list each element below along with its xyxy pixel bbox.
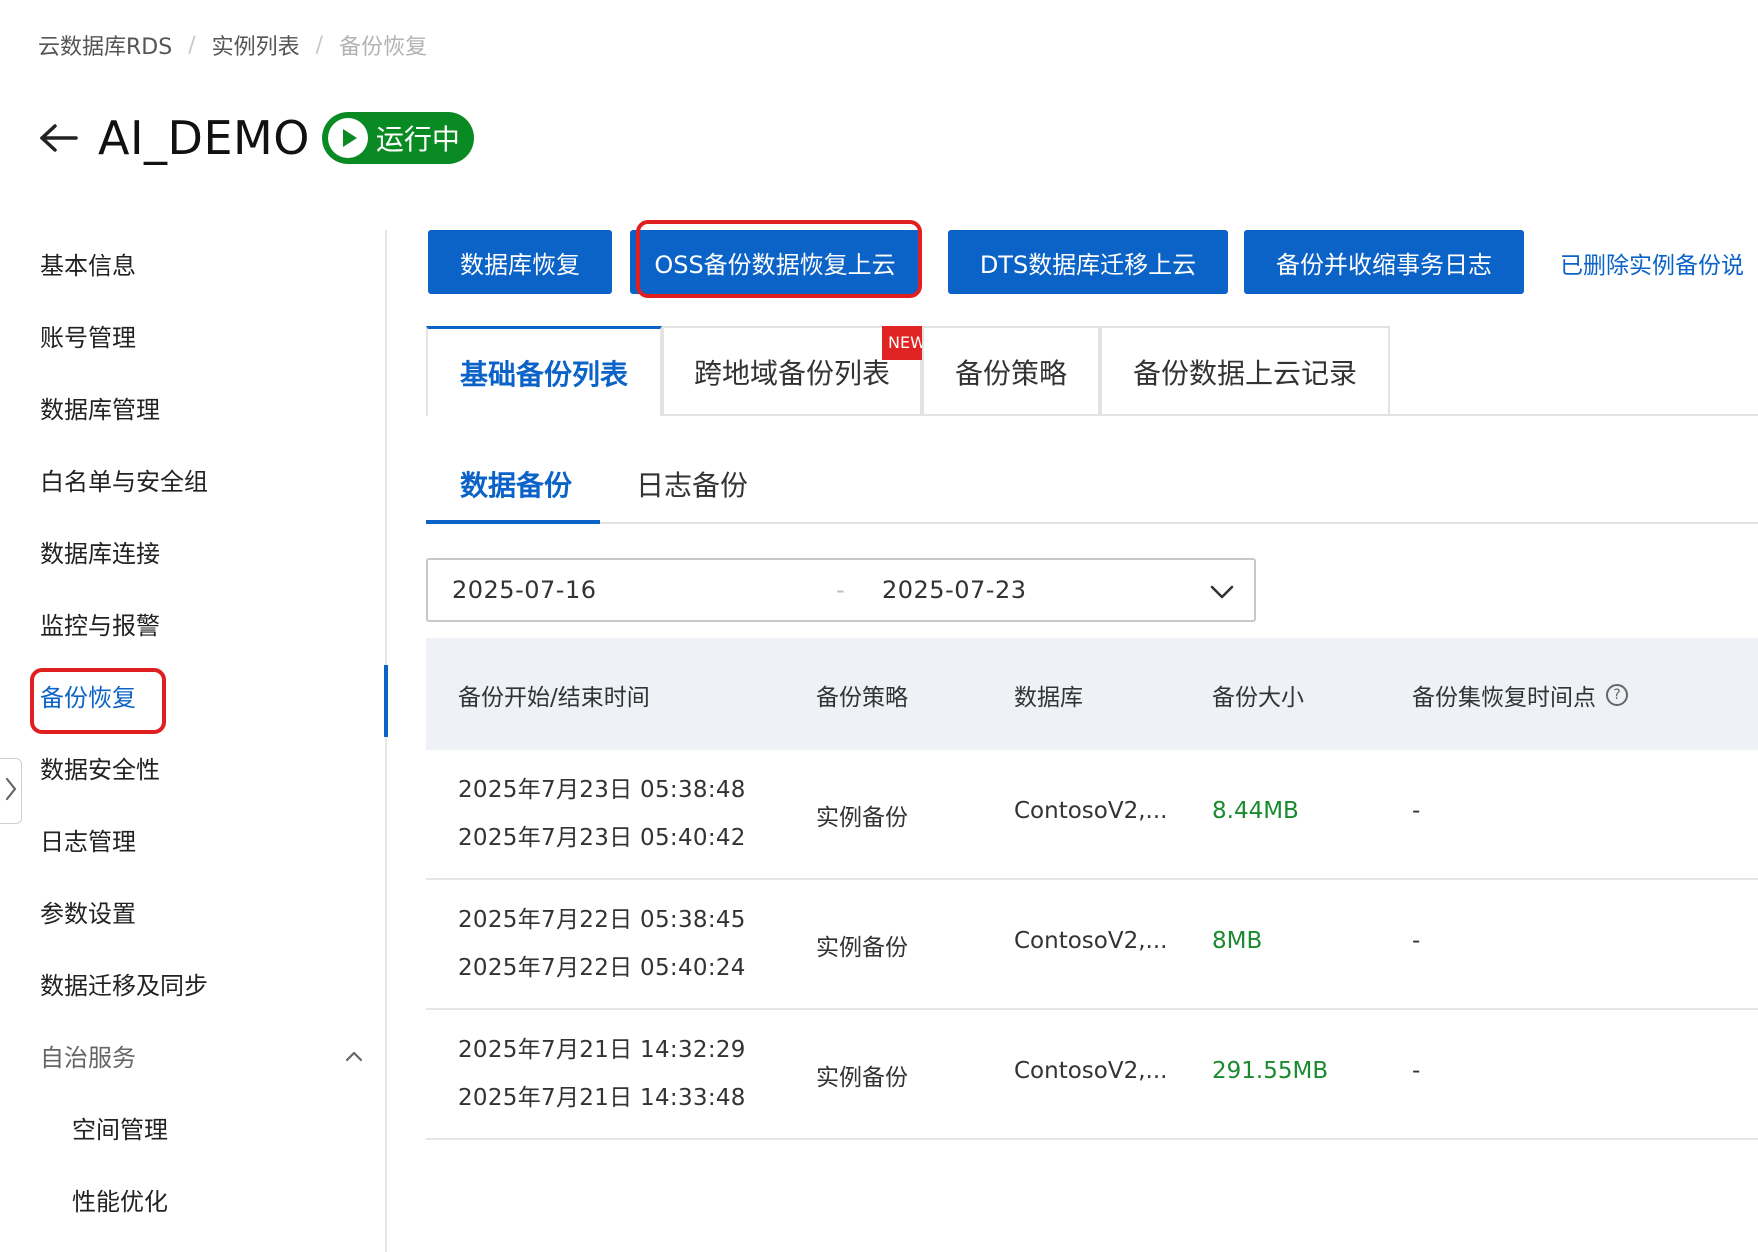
subtab-baseline (426, 522, 1758, 524)
database-cell: ContosoV2,... (1014, 928, 1168, 954)
sidebar-item-connection[interactable]: 数据库连接 (40, 534, 160, 574)
sidebar-group-autonomy[interactable]: 自治服务 (40, 1038, 136, 1078)
table-row: 2025年7月21日 14:32:29 2025年7月21日 14:33:48 … (426, 1010, 1758, 1140)
tab-cloud-upload-records[interactable]: 备份数据上云记录 (1100, 326, 1390, 416)
status-badge: 运行中 (321, 112, 474, 164)
database-cell: ContosoV2,... (1014, 798, 1168, 824)
question-circle-icon[interactable]: ? (1606, 684, 1628, 706)
sidebar-item-accounts[interactable]: 账号管理 (40, 318, 136, 358)
date-range-start[interactable]: 2025-07-16 (452, 576, 596, 604)
status-label: 运行中 (375, 123, 460, 156)
column-header-restore-point-label: 备份集恢复时间点 (1412, 685, 1596, 711)
backup-end-time: 2025年7月23日 05:40:42 (458, 825, 746, 851)
backup-time-cell: 2025年7月21日 14:32:29 2025年7月21日 14:33:48 (458, 1026, 746, 1122)
rds-backup-page: 云数据库RDS / 实例列表 / 备份恢复 AI_DEMO 运行中 基本信息 账… (0, 0, 1758, 1252)
tab-backup-policy[interactable]: 备份策略 (922, 326, 1100, 416)
breadcrumb-item-instances[interactable]: 实例列表 (212, 29, 300, 61)
sidebar-item-databases[interactable]: 数据库管理 (40, 390, 160, 430)
backup-policy-cell: 实例备份 (816, 1065, 908, 1091)
deleted-instance-backup-link[interactable]: 已删除实例备份说 (1560, 246, 1744, 280)
sidebar-divider (385, 230, 387, 1252)
chevron-right-icon (4, 775, 18, 807)
sidebar-item-space[interactable]: 空间管理 (72, 1110, 168, 1150)
sidebar-item-logs[interactable]: 日志管理 (40, 822, 136, 862)
backup-size-cell: 8.44MB (1212, 798, 1299, 824)
sidebar-item-migration[interactable]: 数据迁移及同步 (40, 966, 208, 1006)
breadcrumb: 云数据库RDS / 实例列表 / 备份恢复 (38, 28, 427, 62)
sidebar-item-whitelist[interactable]: 白名单与安全组 (40, 462, 208, 502)
database-cell: ContosoV2,... (1014, 1058, 1168, 1084)
backup-time-cell: 2025年7月23日 05:38:48 2025年7月23日 05:40:42 (458, 766, 746, 862)
backup-size-cell: 8MB (1212, 928, 1263, 954)
backup-start-time: 2025年7月22日 05:38:45 (458, 907, 746, 933)
restore-point-cell: - (1412, 798, 1421, 824)
restore-point-cell: - (1412, 1058, 1421, 1084)
subtab-data-backup[interactable]: 数据备份 (460, 456, 572, 526)
chevron-up-icon[interactable] (344, 1046, 364, 1066)
backup-time-cell: 2025年7月22日 05:38:45 2025年7月22日 05:40:24 (458, 896, 746, 992)
backup-table-header: 备份开始/结束时间 备份策略 数据库 备份大小 备份集恢复时间点 ? (426, 638, 1758, 750)
breadcrumb-item-rds[interactable]: 云数据库RDS (38, 29, 172, 61)
date-range-picker[interactable]: 2025-07-16 - 2025-07-23 (426, 558, 1256, 622)
restore-point-cell: - (1412, 928, 1421, 954)
backup-start-time: 2025年7月21日 14:32:29 (458, 1037, 746, 1063)
subtab-log-backup[interactable]: 日志备份 (636, 456, 748, 526)
subtab-active-indicator (426, 520, 600, 524)
arrow-left-icon[interactable] (38, 116, 82, 160)
sidebar-collapse-handle[interactable] (0, 758, 22, 824)
sidebar-item-data-security[interactable]: 数据安全性 (40, 750, 160, 790)
play-circle-icon (327, 118, 368, 158)
table-row: 2025年7月23日 05:38:48 2025年7月23日 05:40:42 … (426, 750, 1758, 880)
sidebar-item-basic-info[interactable]: 基本信息 (40, 246, 136, 286)
sidebar-item-parameters[interactable]: 参数设置 (40, 894, 136, 934)
column-header-restore-point: 备份集恢复时间点 ? (1412, 678, 1628, 712)
highlight-annotation (30, 668, 166, 734)
backup-size-cell: 291.55MB (1212, 1058, 1329, 1084)
sidebar-active-indicator (384, 665, 388, 737)
page-header: AI_DEMO 运行中 (38, 108, 474, 168)
backup-policy-cell: 实例备份 (816, 805, 908, 831)
db-restore-button[interactable]: 数据库恢复 (428, 230, 612, 294)
page-title: AI_DEMO (98, 111, 310, 165)
backup-start-time: 2025年7月23日 05:38:48 (458, 777, 746, 803)
shrink-log-button[interactable]: 备份并收缩事务日志 (1244, 230, 1524, 294)
sidebar-item-monitoring[interactable]: 监控与报警 (40, 606, 160, 646)
highlight-annotation (636, 220, 922, 298)
breadcrumb-item-current: 备份恢复 (339, 35, 428, 60)
dts-migration-button[interactable]: DTS数据库迁移上云 (948, 230, 1228, 294)
column-header-policy: 备份策略 (816, 685, 908, 711)
date-range-separator: - (836, 576, 845, 604)
sidebar (0, 230, 386, 1252)
tab-baseline (660, 414, 1758, 416)
column-header-size: 备份大小 (1212, 685, 1304, 711)
backup-end-time: 2025年7月22日 05:40:24 (458, 955, 746, 981)
column-header-time: 备份开始/结束时间 (458, 685, 650, 711)
breadcrumb-separator: / (315, 32, 324, 58)
date-range-end[interactable]: 2025-07-23 (882, 576, 1026, 604)
backup-end-time: 2025年7月21日 14:33:48 (458, 1085, 746, 1111)
backup-policy-cell: 实例备份 (816, 935, 908, 961)
chevron-down-icon[interactable] (1208, 578, 1236, 606)
column-header-database: 数据库 (1014, 685, 1083, 711)
tab-basic-backup-list[interactable]: 基础备份列表 (426, 326, 662, 416)
table-row: 2025年7月22日 05:38:45 2025年7月22日 05:40:24 … (426, 880, 1758, 1010)
breadcrumb-separator: / (188, 32, 196, 58)
sidebar-item-performance[interactable]: 性能优化 (72, 1182, 168, 1222)
